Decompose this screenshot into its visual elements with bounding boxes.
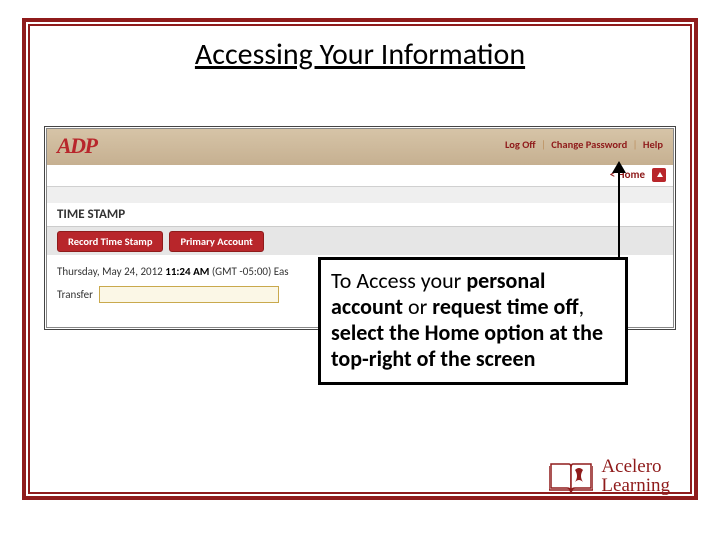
adp-top-bar: ADP Log Off | Change Password | Help (47, 129, 673, 165)
spacer-row (47, 187, 673, 203)
brand-line-2: Learning (601, 476, 670, 495)
callout-arrow-head-icon (612, 161, 626, 173)
callout-text: or (403, 293, 432, 320)
callout-arrow-line (618, 167, 620, 257)
button-row: Record Time Stamp Primary Account (47, 227, 673, 255)
help-link[interactable]: Help (643, 138, 663, 151)
time-text: 11:24 AM (165, 265, 209, 278)
callout-bold-2: request time off (432, 293, 578, 320)
record-time-stamp-button[interactable]: Record Time Stamp (57, 231, 163, 252)
acelero-logo: Acelero Learning (549, 456, 670, 496)
callout-text: To Access your (331, 267, 466, 294)
timezone-text: (GMT -05:00) Eas (209, 265, 288, 278)
date-text: Thursday, May 24, 2012 (57, 265, 165, 278)
home-icon[interactable] (652, 168, 666, 182)
callout-text: , (579, 293, 585, 320)
separator: | (538, 138, 549, 151)
book-icon (549, 456, 593, 496)
acelero-logo-text: Acelero Learning (601, 457, 670, 495)
change-password-link[interactable]: Change Password (551, 138, 627, 151)
adp-top-links: Log Off | Change Password | Help (505, 138, 663, 151)
transfer-input[interactable] (99, 286, 279, 303)
separator: | (630, 138, 641, 151)
adp-logo: ADP (57, 133, 97, 159)
transfer-label: Transfer (57, 288, 93, 301)
callout-bold-3: select the Home option at the top-right … (331, 319, 603, 372)
page-title: Accessing Your Information (0, 36, 720, 73)
instruction-callout: To Access your personal account or reque… (318, 257, 628, 385)
logoff-link[interactable]: Log Off (505, 138, 536, 151)
section-title-timestamp: TIME STAMP (47, 203, 673, 227)
brand-line-1: Acelero (601, 457, 670, 476)
primary-account-button[interactable]: Primary Account (169, 231, 263, 252)
adp-home-row: < Home (47, 165, 673, 187)
